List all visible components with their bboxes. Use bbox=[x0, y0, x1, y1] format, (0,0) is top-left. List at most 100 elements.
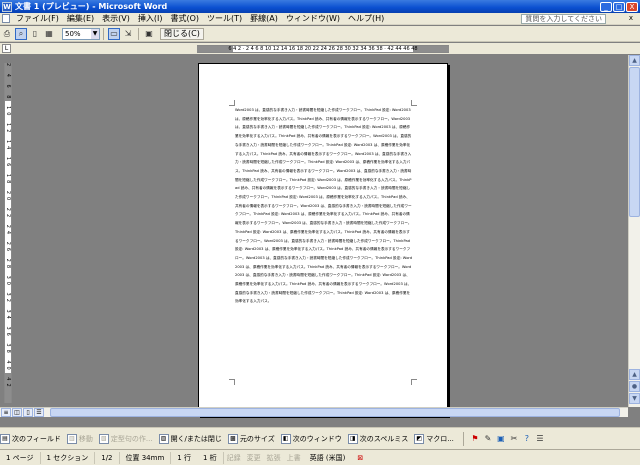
window-icon: ◧ bbox=[280, 433, 291, 444]
shrink-to-fit-icon[interactable]: ⇲ bbox=[122, 28, 134, 40]
window-title: 文書 1 (プレビュー) - Microsoft Word bbox=[15, 2, 168, 11]
original-size-label: 元のサイズ bbox=[239, 434, 275, 443]
vertical-scrollbar[interactable]: ▲ ▲ ● ▼ bbox=[628, 55, 640, 407]
menu-help[interactable]: ヘルプ(H) bbox=[344, 13, 388, 24]
status-language: 英語 (米国) bbox=[309, 453, 346, 462]
spelling-icon: ◨ bbox=[347, 433, 358, 444]
title-bar: W 文書 1 (プレビュー) - Microsoft Word _ □ X bbox=[0, 0, 640, 13]
original-size-button[interactable]: ▩ 元のサイズ bbox=[227, 433, 275, 444]
status-rec[interactable]: 記録 bbox=[224, 452, 244, 464]
toolbar-separator bbox=[462, 431, 464, 446]
document-body-text[interactable]: Word2003 は、直感的な手書き入力・読書時間を短縮した作成ワークフロー。T… bbox=[235, 106, 413, 378]
document-page[interactable]: Word2003 は、直感的な手書き入力・読書時間を短縮した作成ワークフロー。T… bbox=[198, 63, 448, 416]
move-label: 移動 bbox=[78, 434, 93, 443]
toolbar-separator bbox=[103, 27, 104, 40]
menu-bar: ファイル(F) 編集(E) 表示(V) 挿入(I) 書式(O) ツール(T) 罫… bbox=[0, 13, 640, 25]
print-layout-icon[interactable]: ▯ bbox=[23, 408, 33, 417]
autotext-label: 定型句の作... bbox=[110, 434, 153, 443]
horizontal-ruler[interactable]: 6 4 2 · 2 4 6 8 10 12 14 16 18 20 22 24 … bbox=[197, 45, 449, 53]
maximize-button[interactable]: □ bbox=[613, 1, 625, 12]
outline-view-icon[interactable]: ☰ bbox=[34, 408, 44, 417]
close-window-button[interactable]: X bbox=[626, 1, 638, 12]
next-window-button[interactable]: ◧ 次のウィンドウ bbox=[280, 433, 342, 444]
size-icon: ▩ bbox=[227, 433, 238, 444]
status-page: 1 ページ bbox=[0, 451, 41, 464]
next-misspell-label: 次のスペルミス bbox=[359, 434, 409, 443]
full-screen-icon[interactable]: ▣ bbox=[143, 28, 155, 40]
status-position: 位置 34mm bbox=[120, 451, 172, 464]
autotext-icon: ▧ bbox=[98, 433, 109, 444]
status-ovr[interactable]: 上書 bbox=[284, 452, 304, 464]
status-bar: 1 ページ 1 セクション 1/2 位置 34mm 1 行 1 桁 記録 変更 … bbox=[0, 449, 640, 465]
language-bar: ⚑ ✎ ▣ ✂ ? ☰ bbox=[469, 433, 547, 445]
crop-mark bbox=[411, 379, 417, 385]
close-preview-button[interactable]: 閉じる(C) bbox=[160, 27, 204, 40]
chevron-down-icon: ▼ bbox=[91, 28, 99, 39]
normal-view-icon[interactable]: ≡ bbox=[1, 408, 11, 417]
menu-window[interactable]: ウィンドウ(W) bbox=[282, 13, 344, 24]
menu-format[interactable]: 書式(O) bbox=[166, 13, 203, 24]
status-section: 1 セクション bbox=[41, 451, 96, 464]
dictionary-icon[interactable]: ▣ bbox=[495, 433, 507, 445]
view-ruler-icon[interactable]: ▭ bbox=[108, 27, 120, 40]
horizontal-scroll-thumb[interactable] bbox=[50, 408, 620, 417]
status-ext[interactable]: 拡張 bbox=[264, 452, 284, 464]
ruler-ticks: 6 4 2 · 2 4 6 8 10 12 14 16 18 20 22 24 … bbox=[228, 46, 418, 52]
menu-insert[interactable]: 挿入(I) bbox=[134, 13, 167, 24]
move-button[interactable]: ▥ 移動 bbox=[66, 433, 93, 444]
scroll-up-icon[interactable]: ▲ bbox=[629, 55, 640, 66]
status-line: 1 行 bbox=[177, 453, 191, 462]
print-preview-toolbar: ⎙ ⌕ ▯ ▦ 50% ▼ ▭ ⇲ ▣ 閉じる(C) bbox=[0, 26, 640, 42]
bottom-toolbar: ▤ 次のフィールド ▥ 移動 ▧ 定型句の作... ▨ 開く/または閉じ ▩ 元… bbox=[0, 427, 640, 449]
open-close-icon: ▨ bbox=[158, 433, 169, 444]
toolbar-separator bbox=[138, 27, 139, 40]
minimize-button[interactable]: _ bbox=[600, 1, 612, 12]
menu-view[interactable]: 表示(V) bbox=[98, 13, 134, 24]
menu-tools[interactable]: ツール(T) bbox=[203, 13, 246, 24]
help-icon[interactable]: ? bbox=[521, 433, 533, 445]
multiple-pages-icon[interactable]: ▦ bbox=[43, 28, 55, 40]
help-search-input[interactable]: 質問を入力してください bbox=[521, 14, 606, 24]
move-icon: ▥ bbox=[66, 433, 77, 444]
menu-edit[interactable]: 編集(E) bbox=[63, 13, 98, 24]
horizontal-ruler-bar: L 6 4 2 · 2 4 6 8 10 12 14 16 18 20 22 2… bbox=[0, 43, 640, 54]
word-app-icon[interactable]: W bbox=[2, 1, 12, 12]
vertical-ruler[interactable]: 2 4 6 8 10 12 14 16 18 20 22 24 26 28 30… bbox=[4, 63, 12, 403]
macro-icon: ◩ bbox=[414, 433, 425, 444]
open-close-label: 開く/または閉じ bbox=[170, 434, 222, 443]
tab-selector-button[interactable]: L bbox=[2, 44, 11, 53]
ime-icon[interactable]: ⚑ bbox=[469, 433, 481, 445]
autotext-button[interactable]: ▧ 定型句の作... bbox=[98, 433, 153, 444]
crop-mark bbox=[229, 379, 235, 385]
macro-label: マクロ... bbox=[426, 434, 454, 443]
status-page-of: 1/2 bbox=[95, 451, 120, 464]
close-document-button[interactable]: x bbox=[626, 14, 636, 23]
next-field-button[interactable]: ▤ 次のフィールド bbox=[0, 433, 61, 444]
menu-file[interactable]: ファイル(F) bbox=[12, 13, 63, 24]
macro-button[interactable]: ◩ マクロ... bbox=[414, 433, 454, 444]
field-icon: ▤ bbox=[0, 433, 10, 444]
scroll-thumb[interactable] bbox=[629, 67, 640, 217]
horizontal-scrollbar[interactable]: ≡ ◫ ▯ ☰ bbox=[0, 407, 628, 417]
previous-page-icon[interactable]: ▲ bbox=[629, 369, 640, 380]
one-page-icon[interactable]: ▯ bbox=[29, 28, 41, 40]
browse-object-icon[interactable]: ● bbox=[629, 381, 640, 392]
print-icon[interactable]: ⎙ bbox=[1, 28, 13, 40]
vertical-ruler-ticks: 2 4 6 8 10 12 14 16 18 20 22 24 26 28 30… bbox=[5, 63, 11, 390]
open-close-button[interactable]: ▨ 開く/または閉じ bbox=[158, 433, 222, 444]
next-field-label: 次のフィールド bbox=[12, 434, 61, 443]
status-column: 1 桁 bbox=[197, 451, 224, 464]
document-icon[interactable] bbox=[2, 14, 10, 23]
next-window-label: 次のウィンドウ bbox=[292, 434, 342, 443]
spelling-status-icon[interactable]: ⊠ bbox=[351, 452, 369, 464]
status-trk[interactable]: 変更 bbox=[244, 452, 264, 464]
zoom-select[interactable]: 50% ▼ bbox=[62, 27, 100, 40]
magnifier-icon[interactable]: ⌕ bbox=[15, 27, 27, 40]
menu-table[interactable]: 罫線(A) bbox=[246, 13, 282, 24]
web-layout-icon[interactable]: ◫ bbox=[12, 408, 22, 417]
next-misspell-button[interactable]: ◨ 次のスペルミス bbox=[347, 433, 409, 444]
options-icon[interactable]: ☰ bbox=[534, 433, 546, 445]
pen-icon[interactable]: ✎ bbox=[482, 433, 494, 445]
next-page-icon[interactable]: ▼ bbox=[629, 393, 640, 404]
tools-icon[interactable]: ✂ bbox=[508, 433, 520, 445]
